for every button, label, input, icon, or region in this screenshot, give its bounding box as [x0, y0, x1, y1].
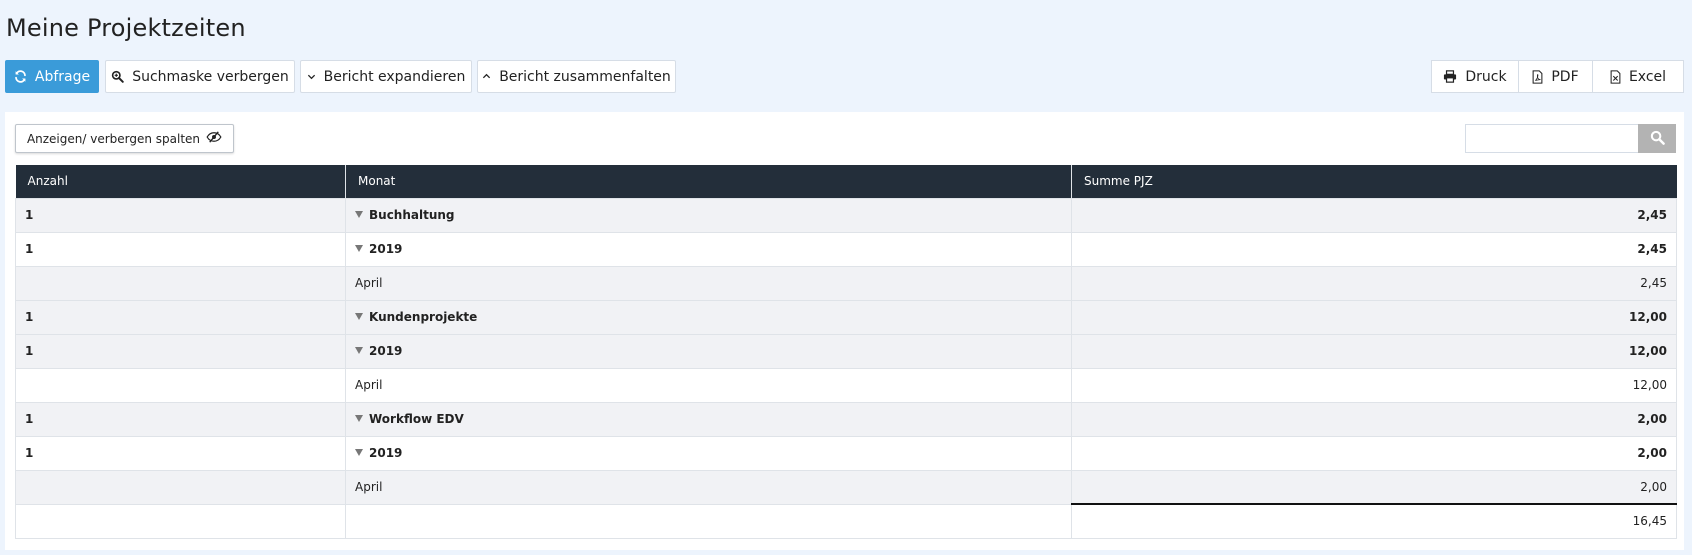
- row-sum: 2,00: [1071, 401, 1677, 437]
- total-sum: 16,45: [1071, 503, 1677, 539]
- table-search-input[interactable]: [1465, 124, 1638, 153]
- expand-report-button[interactable]: Bericht expandieren: [300, 60, 472, 93]
- total-label: [345, 503, 1072, 539]
- triangle-down-icon: [355, 313, 363, 320]
- refresh-icon: [14, 70, 27, 83]
- excel-button-label: Excel: [1628, 68, 1667, 85]
- row-sum: 2,00: [1071, 469, 1677, 505]
- search-zoom-icon: [111, 70, 124, 83]
- table-row: 1 2019 2,45: [15, 231, 1677, 267]
- table-search: [1465, 124, 1676, 153]
- pdf-button-label: PDF: [1551, 68, 1579, 85]
- table-row: 1 2019 12,00: [15, 333, 1677, 369]
- row-sum: 12,00: [1071, 367, 1677, 403]
- collapse-report-button[interactable]: Bericht zusammenfalten: [477, 60, 676, 93]
- row-label: 2019: [369, 446, 403, 460]
- row-label: 2019: [369, 242, 403, 256]
- row-count: 1: [15, 401, 346, 437]
- query-button[interactable]: Abfrage: [5, 60, 99, 93]
- excel-button[interactable]: Excel: [1592, 60, 1684, 93]
- expand-report-button-label: Bericht expandieren: [323, 68, 466, 85]
- table-header-row: Anzahl Monat Summe PJZ: [15, 165, 1677, 198]
- report-panel: Anzeigen/ verbergen spalten Anzahl Monat…: [5, 112, 1684, 550]
- print-button-label: Druck: [1465, 68, 1507, 85]
- group-toggle[interactable]: Kundenprojekte: [345, 299, 1072, 335]
- row-count: 1: [15, 333, 346, 369]
- pdf-button[interactable]: PDF: [1518, 60, 1593, 93]
- print-button[interactable]: Druck: [1431, 60, 1519, 93]
- row-count: 1: [15, 299, 346, 335]
- row-label: Buchhaltung: [369, 208, 455, 222]
- eye-slash-icon: [206, 131, 222, 146]
- row-label: April: [345, 469, 1072, 505]
- triangle-down-icon: [355, 415, 363, 422]
- page-title: Meine Projektzeiten: [6, 14, 246, 42]
- table-total-row: 16,45: [15, 503, 1677, 539]
- toolbar: Abfrage Suchmaske verbergen Bericht expa…: [5, 60, 1684, 94]
- row-label: Workflow EDV: [369, 412, 464, 426]
- row-count: 1: [15, 197, 346, 233]
- column-visibility-button[interactable]: Anzeigen/ verbergen spalten: [15, 124, 234, 153]
- total-count: [15, 503, 346, 539]
- pdf-file-icon: [1532, 69, 1543, 84]
- row-sum: 2,45: [1071, 231, 1677, 267]
- group-toggle[interactable]: 2019: [345, 231, 1072, 267]
- triangle-down-icon: [355, 211, 363, 218]
- table-search-button[interactable]: [1638, 124, 1676, 153]
- row-count: [15, 367, 346, 403]
- row-count: 1: [15, 231, 346, 267]
- report-table: Anzahl Monat Summe PJZ 1 Buchhaltung 2,4…: [15, 165, 1677, 539]
- row-count: 1: [15, 435, 346, 471]
- row-count: [15, 265, 346, 301]
- table-row: April 2,45: [15, 265, 1677, 301]
- row-sum: 12,00: [1071, 299, 1677, 335]
- row-label: 2019: [369, 344, 403, 358]
- row-sum: 12,00: [1071, 333, 1677, 369]
- column-visibility-label: Anzeigen/ verbergen spalten: [26, 131, 201, 146]
- row-sum: 2,45: [1071, 265, 1677, 301]
- printer-icon: [1443, 70, 1457, 83]
- chevron-down-icon: [307, 72, 316, 81]
- row-count: [15, 469, 346, 505]
- export-button-group: Druck PDF Excel: [1431, 60, 1684, 93]
- table-row: 1 Buchhaltung 2,45: [15, 197, 1677, 233]
- row-label: April: [345, 265, 1072, 301]
- table-row: April 2,00: [15, 469, 1677, 505]
- column-header-month[interactable]: Monat: [345, 165, 1072, 198]
- search-icon: [1650, 130, 1665, 148]
- row-sum: 2,00: [1071, 435, 1677, 471]
- table-row: April 12,00: [15, 367, 1677, 403]
- row-label: April: [345, 367, 1072, 403]
- collapse-report-button-label: Bericht zusammenfalten: [499, 68, 671, 85]
- table-row: 1 Kundenprojekte 12,00: [15, 299, 1677, 335]
- row-label: Kundenprojekte: [369, 310, 478, 324]
- group-toggle[interactable]: Workflow EDV: [345, 401, 1072, 437]
- table-row: 1 Workflow EDV 2,00: [15, 401, 1677, 437]
- excel-file-icon: [1610, 69, 1621, 84]
- chevron-up-icon: [482, 72, 491, 81]
- row-sum: 2,45: [1071, 197, 1677, 233]
- column-header-count[interactable]: Anzahl: [15, 165, 346, 198]
- group-toggle[interactable]: Buchhaltung: [345, 197, 1072, 233]
- column-header-sum[interactable]: Summe PJZ: [1071, 165, 1677, 198]
- table-row: 1 2019 2,00: [15, 435, 1677, 471]
- triangle-down-icon: [355, 245, 363, 252]
- group-toggle[interactable]: 2019: [345, 435, 1072, 471]
- triangle-down-icon: [355, 449, 363, 456]
- toggle-search-button[interactable]: Suchmaske verbergen: [105, 60, 295, 93]
- triangle-down-icon: [355, 347, 363, 354]
- group-toggle[interactable]: 2019: [345, 333, 1072, 369]
- toggle-search-button-label: Suchmaske verbergen: [132, 68, 289, 85]
- query-button-label: Abfrage: [34, 68, 91, 85]
